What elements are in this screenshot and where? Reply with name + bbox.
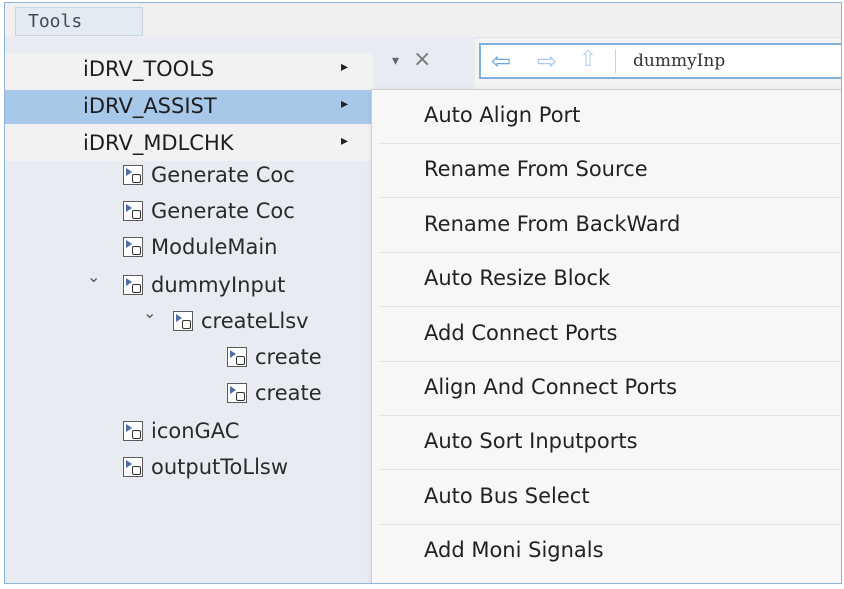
subsystem-block-icon (123, 237, 143, 257)
tree-item-label: outputToLlsw (151, 455, 289, 479)
idrv-assist-submenu: Auto Align Port Rename From Source Rename … (371, 89, 841, 583)
address-text[interactable]: dummyInp (633, 51, 725, 71)
tree-item-label: iconGAC (151, 419, 240, 443)
submenu-item-label: Auto Sort Inputports (424, 429, 638, 454)
submenu-item-label: Add Moni Signals (424, 538, 604, 563)
subsystem-block-icon (173, 311, 193, 331)
menu-item-label: iDRV_ASSIST (83, 94, 217, 118)
submenu-item-label: Rename From BackWard (424, 211, 681, 236)
tree-item[interactable]: create (227, 343, 322, 371)
menu-item-idrv-mdlchk[interactable]: iDRV_MDLCHK ▸ (5, 127, 373, 161)
address-separator (615, 49, 616, 73)
back-arrow-icon[interactable]: ⇦ (491, 47, 511, 75)
subsystem-block-icon (227, 383, 247, 403)
close-icon[interactable]: × (413, 47, 431, 72)
tree-item-label: create (255, 381, 322, 405)
up-arrow-icon[interactable]: ⇧ (579, 47, 597, 72)
expand-chevron-icon[interactable]: ⌄ (87, 267, 100, 286)
submenu-item[interactable]: Auto Resize Block (372, 253, 841, 308)
submenu-item-label: Add Connect Ports (424, 320, 618, 345)
menu-item-label: iDRV_TOOLS (83, 57, 215, 81)
tree-item[interactable]: Generate Coc (123, 161, 295, 189)
submenu-item-label: Align And Connect Ports (424, 375, 678, 399)
submenu-arrow-icon: ▸ (341, 96, 349, 112)
menu-bar: Tools (5, 3, 841, 38)
address-bar: ⇦ ⇨ ⇧ dummyInp (479, 43, 841, 79)
subsystem-block-icon (123, 275, 143, 295)
menu-item-label: iDRV_MDLCHK (83, 131, 234, 155)
submenu-item-label: Auto Resize Block (424, 266, 611, 291)
submenu-item[interactable]: Add Connect Ports (372, 308, 841, 362)
subsystem-block-icon (123, 201, 143, 221)
submenu-item[interactable]: Rename From Source (372, 144, 841, 199)
menu-item-idrv-assist[interactable]: iDRV_ASSIST ▸ (5, 90, 373, 124)
tree-item-label: Generate Coc (151, 163, 295, 187)
subsystem-block-icon (123, 165, 143, 185)
submenu-item[interactable]: Auto Sort Inputports (372, 416, 841, 471)
submenu-item[interactable]: Align And Connect Ports (372, 362, 841, 416)
expand-chevron-icon[interactable]: ⌄ (143, 303, 156, 322)
subsystem-block-icon (123, 457, 143, 477)
submenu-item-label: Auto Bus Select (424, 483, 590, 508)
tree-item[interactable]: ⌄ createLlsv (143, 303, 309, 335)
tree-item[interactable]: ⌄ dummyInput (87, 267, 286, 299)
tree-item[interactable]: ModuleMain (123, 233, 278, 261)
subsystem-block-icon (227, 347, 247, 367)
tree-item[interactable]: Generate Coc (123, 197, 295, 225)
tree-item-label: create (255, 345, 322, 369)
tools-menu-tab[interactable]: Tools (15, 7, 143, 36)
submenu-arrow-icon: ▸ (341, 133, 349, 149)
subsystem-block-icon (123, 421, 143, 441)
tools-dropdown-menu: iDRV_TOOLS ▸ iDRV_ASSIST ▸ iDRV_MDLCHK ▸ (5, 53, 373, 161)
tree-item-label: ModuleMain (151, 235, 278, 259)
forward-arrow-icon[interactable]: ⇨ (537, 47, 557, 75)
tree-item-label: dummyInput (151, 273, 286, 297)
submenu-arrow-icon: ▸ (341, 59, 349, 75)
menu-item-idrv-tools[interactable]: iDRV_TOOLS ▸ (5, 53, 373, 87)
submenu-item-label: Auto Align Port (424, 103, 581, 127)
submenu-item[interactable]: Add Moni Signals (372, 525, 841, 579)
pin-icon[interactable]: ▾ (392, 53, 399, 69)
submenu-item-label: Rename From Source (424, 157, 648, 182)
submenu-item[interactable]: Auto Align Port (372, 90, 841, 144)
tree-item[interactable]: create (227, 379, 322, 407)
submenu-item[interactable]: Auto Bus Select (372, 471, 841, 525)
tree-item[interactable]: iconGAC (123, 417, 239, 445)
tree-item[interactable]: outputToLlsw (123, 453, 288, 481)
application-window: Tools Generate CocGenerate CocGenerate C… (4, 2, 842, 584)
submenu-item[interactable]: Rename From BackWard (372, 199, 841, 253)
tree-item-label: createLlsv (201, 309, 309, 333)
tree-item-label: Generate Coc (151, 199, 295, 223)
navigation-toolbar: ▾ × ⇦ ⇨ ⇧ dummyInp (375, 41, 841, 81)
